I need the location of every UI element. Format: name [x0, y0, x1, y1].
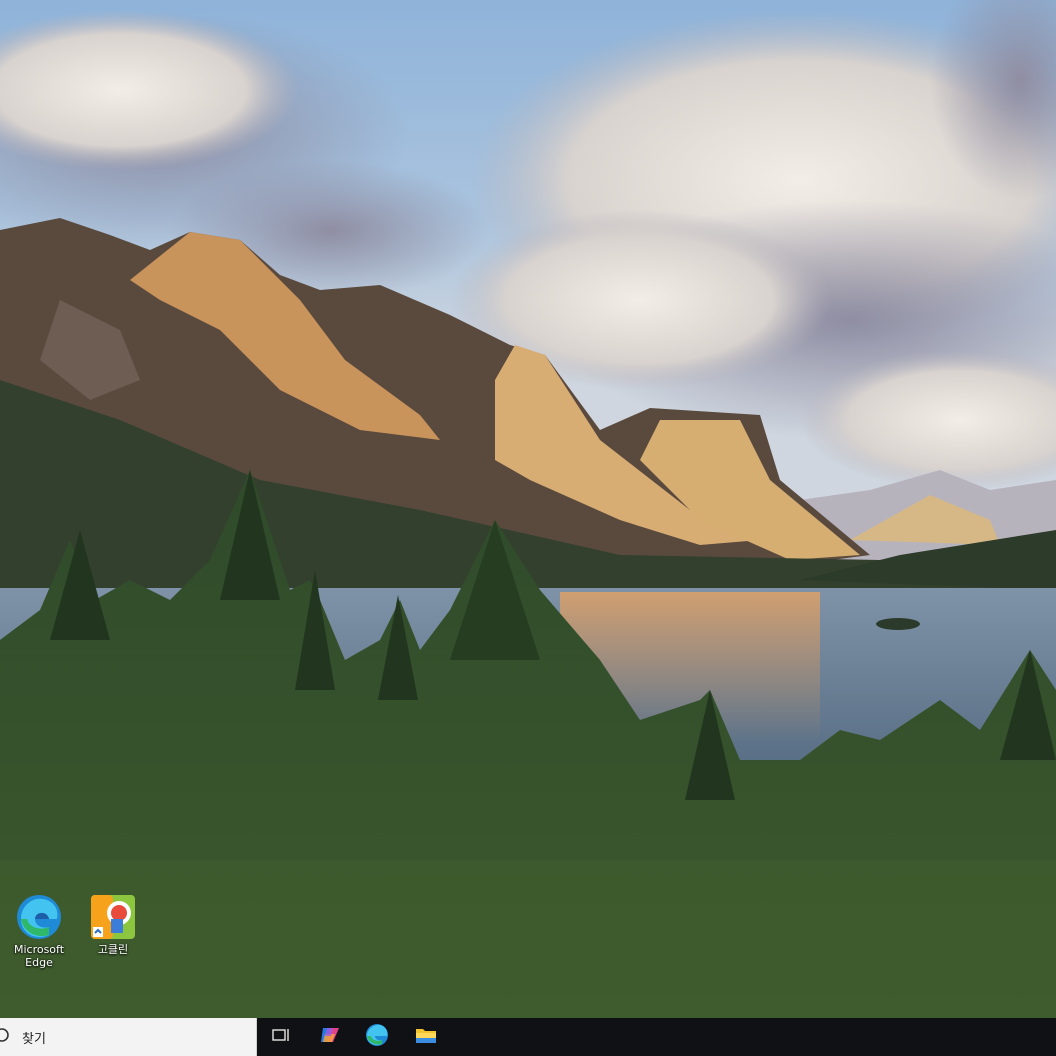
edge-icon: [15, 893, 63, 941]
desktop-wallpaper: [0, 0, 1056, 1018]
file-explorer-icon: [415, 1026, 437, 1048]
task-view-icon: [272, 1027, 290, 1047]
file-explorer-button[interactable]: [411, 1022, 441, 1052]
copilot-button[interactable]: [315, 1022, 345, 1052]
copilot-icon: [319, 1024, 341, 1050]
taskbar-search-box[interactable]: 찾기: [0, 1018, 257, 1056]
task-view-button[interactable]: [266, 1022, 296, 1052]
search-placeholder: 찾기: [22, 1031, 46, 1047]
desktop-icon-label: 고클린: [97, 943, 129, 956]
desktop-icon-label: Microsoft Edge: [13, 943, 65, 969]
edge-taskbar-button[interactable]: [362, 1022, 392, 1052]
goclean-icon: [89, 893, 137, 941]
edge-icon: [365, 1023, 389, 1051]
taskbar: 찾기: [0, 1018, 1056, 1056]
desktop-icon-microsoft-edge[interactable]: Microsoft Edge: [7, 893, 71, 969]
search-icon: [0, 1027, 14, 1047]
desktop-icon-goclean[interactable]: 고클린: [81, 893, 145, 956]
